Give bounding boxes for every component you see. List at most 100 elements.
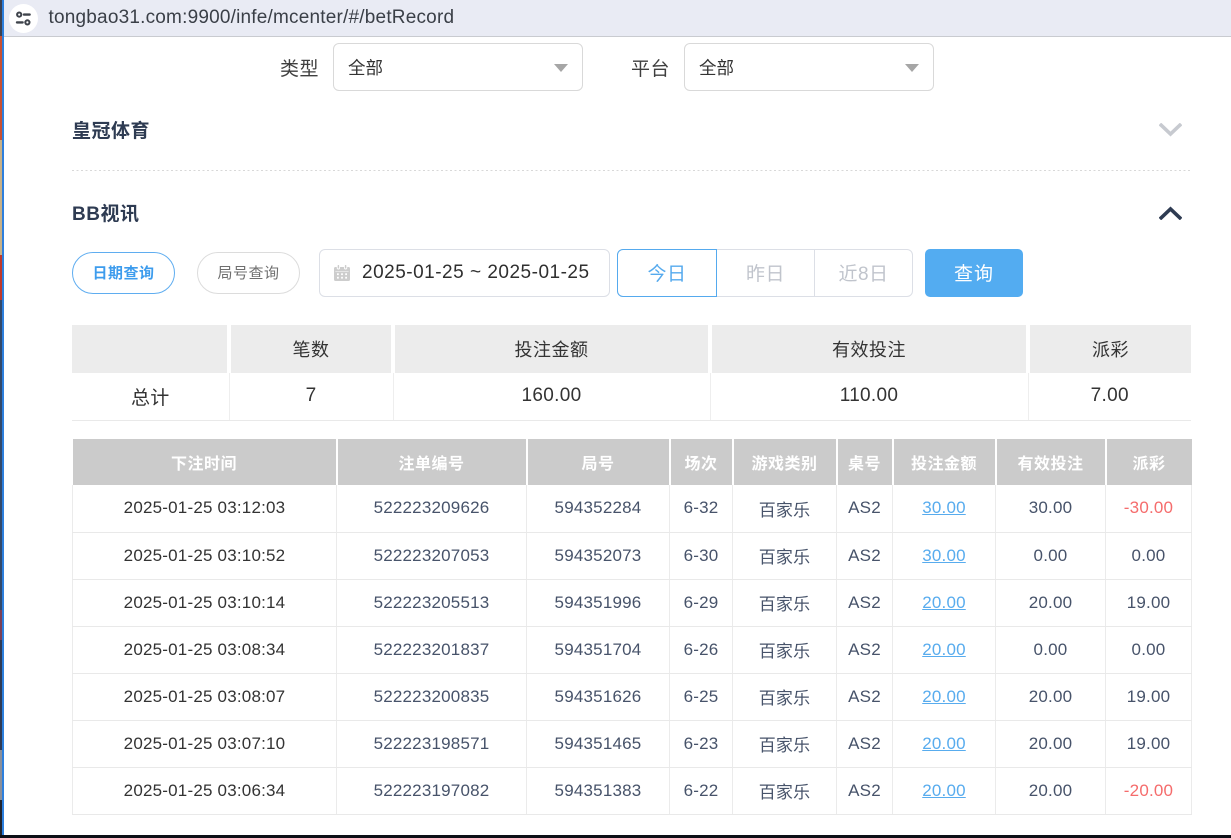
bet-amount-link[interactable]: 30.00 xyxy=(922,546,966,565)
bet-record-row: 2025-01-25 03:08:07522223200835594351626… xyxy=(73,673,1192,720)
bet-record-cell: 20.00 xyxy=(893,673,996,720)
tune-icon xyxy=(15,10,32,27)
bet-record-cell: 2025-01-25 03:10:52 xyxy=(73,532,337,579)
bet-record-cell: 20.00 xyxy=(893,767,996,814)
browser-window: tongbao31.com:9900/infe/mcenter/#/betRec… xyxy=(0,0,1231,838)
bet-record-cell: 6-32 xyxy=(670,485,733,532)
bet-record-row: 2025-01-25 03:07:10522223198571594351465… xyxy=(73,720,1192,767)
column-header: 笔数 xyxy=(229,325,393,373)
bet-record-cell: 30.00 xyxy=(893,485,996,532)
site-settings-button[interactable] xyxy=(9,4,38,33)
bet-record-row: 2025-01-25 03:10:14522223205513594351996… xyxy=(73,579,1192,626)
bet-amount-link[interactable]: 20.00 xyxy=(922,734,966,753)
bet-record-cell: 522223198571 xyxy=(337,720,527,767)
bet-record-cell: 594351996 xyxy=(527,579,670,626)
summary-cell: 110.00 xyxy=(710,373,1028,421)
bet-record-cell: 30.00 xyxy=(893,532,996,579)
bet-record-cell: 2025-01-25 03:06:34 xyxy=(73,767,337,814)
chevron-down-icon[interactable] xyxy=(1159,123,1182,137)
bet-record-cell: 百家乐 xyxy=(733,579,837,626)
bet-record-row: 2025-01-25 03:06:34522223197082594351383… xyxy=(73,767,1192,814)
bet-record-cell: 522223209626 xyxy=(337,485,527,532)
bet-record-cell: 594351465 xyxy=(527,720,670,767)
caret-down-icon xyxy=(554,64,568,72)
bet-record-cell: 6-26 xyxy=(670,626,733,673)
section-bb-video[interactable]: BB视讯 xyxy=(72,199,1191,226)
bet-record-cell: 594351383 xyxy=(527,767,670,814)
type-label: 类型 xyxy=(280,54,319,81)
date-range-value: 2025-01-25 ~ 2025-01-25 xyxy=(362,262,590,284)
bet-table-body: 2025-01-25 03:12:03522223209626594352284… xyxy=(73,485,1192,814)
bet-record-cell: 6-23 xyxy=(670,720,733,767)
last8days-button[interactable]: 近8日 xyxy=(814,250,912,296)
platform-select[interactable]: 全部 xyxy=(684,43,934,91)
bet-record-cell: 0.00 xyxy=(996,532,1106,579)
column-header: 投注金额 xyxy=(893,439,996,485)
bet-record-cell: 6-29 xyxy=(670,579,733,626)
bet-record-cell: 522223197082 xyxy=(337,767,527,814)
column-header xyxy=(72,325,229,373)
bet-amount-link[interactable]: 20.00 xyxy=(922,640,966,659)
bet-record-cell: 20.00 xyxy=(893,626,996,673)
bet-record-cell: 百家乐 xyxy=(733,720,837,767)
bet-record-cell: 20.00 xyxy=(996,673,1106,720)
date-range-input[interactable]: 2025-01-25 ~ 2025-01-25 xyxy=(319,249,610,297)
bet-record-cell: 2025-01-25 03:12:03 xyxy=(73,485,337,532)
crown-sports-title: 皇冠体育 xyxy=(72,116,150,143)
column-header: 派彩 xyxy=(1106,439,1192,485)
bet-record-cell: 522223201837 xyxy=(337,626,527,673)
bet-table-header-row: 下注时间注单编号局号场次游戏类别桌号投注金额有效投注派彩 xyxy=(73,439,1192,485)
url-text[interactable]: tongbao31.com:9900/infe/mcenter/#/betRec… xyxy=(49,7,455,29)
column-header: 注单编号 xyxy=(337,439,527,485)
bet-record-cell: 百家乐 xyxy=(733,532,837,579)
bet-record-cell: 20.00 xyxy=(996,720,1106,767)
address-bar[interactable]: tongbao31.com:9900/infe/mcenter/#/betRec… xyxy=(4,0,1231,37)
today-button[interactable]: 今日 xyxy=(617,249,717,297)
column-header: 桌号 xyxy=(837,439,893,485)
bet-amount-link[interactable]: 20.00 xyxy=(922,781,966,800)
bet-record-cell: AS2 xyxy=(837,485,893,532)
bet-record-cell: 0.00 xyxy=(1106,532,1192,579)
calendar-icon xyxy=(332,263,352,283)
round-query-tab[interactable]: 局号查询 xyxy=(197,252,300,294)
summary-header-row: 笔数投注金额有效投注派彩 xyxy=(72,325,1191,373)
caret-down-icon xyxy=(905,64,919,72)
date-query-tab[interactable]: 日期查询 xyxy=(72,252,175,294)
bet-record-cell: -20.00 xyxy=(1106,767,1192,814)
column-header: 派彩 xyxy=(1028,325,1191,373)
bet-amount-link[interactable]: 20.00 xyxy=(922,593,966,612)
bet-amount-link[interactable]: 20.00 xyxy=(922,687,966,706)
bet-record-cell: 2025-01-25 03:07:10 xyxy=(73,720,337,767)
bet-record-cell: 6-25 xyxy=(670,673,733,720)
bet-record-cell: AS2 xyxy=(837,532,893,579)
column-header: 投注金额 xyxy=(393,325,710,373)
column-header: 有效投注 xyxy=(710,325,1028,373)
bet-record-cell: 594352284 xyxy=(527,485,670,532)
bet-record-cell: 20.00 xyxy=(996,579,1106,626)
search-button[interactable]: 查询 xyxy=(925,249,1023,297)
type-select-value: 全部 xyxy=(348,55,383,80)
bet-record-row: 2025-01-25 03:08:34522223201837594351704… xyxy=(73,626,1192,673)
summary-cell: 160.00 xyxy=(393,373,710,421)
type-select[interactable]: 全部 xyxy=(333,43,583,91)
chevron-up-icon[interactable] xyxy=(1159,206,1182,220)
bet-record-cell: 百家乐 xyxy=(733,626,837,673)
bet-record-row: 2025-01-25 03:12:03522223209626594352284… xyxy=(73,485,1192,532)
bet-record-cell: AS2 xyxy=(837,626,893,673)
bet-record-cell: 594352073 xyxy=(527,532,670,579)
bet-record-cell: 522223200835 xyxy=(337,673,527,720)
bet-record-cell: 百家乐 xyxy=(733,485,837,532)
platform-label: 平台 xyxy=(631,54,670,81)
bet-record-cell: 20.00 xyxy=(893,720,996,767)
bet-record-cell: AS2 xyxy=(837,720,893,767)
section-crown-sports[interactable]: 皇冠体育 xyxy=(72,116,1191,143)
bet-record-cell: 百家乐 xyxy=(733,767,837,814)
bet-record-cell: 20.00 xyxy=(893,579,996,626)
yesterday-button[interactable]: 昨日 xyxy=(716,250,814,296)
column-header: 场次 xyxy=(670,439,733,485)
summary-total-row: 总计7160.00110.007.00 xyxy=(72,373,1191,421)
bet-record-cell: 0.00 xyxy=(1106,626,1192,673)
bet-record-cell: 19.00 xyxy=(1106,720,1192,767)
bet-records-table: 下注时间注单编号局号场次游戏类别桌号投注金额有效投注派彩 2025-01-25 … xyxy=(72,439,1192,815)
bet-amount-link[interactable]: 30.00 xyxy=(922,498,966,517)
